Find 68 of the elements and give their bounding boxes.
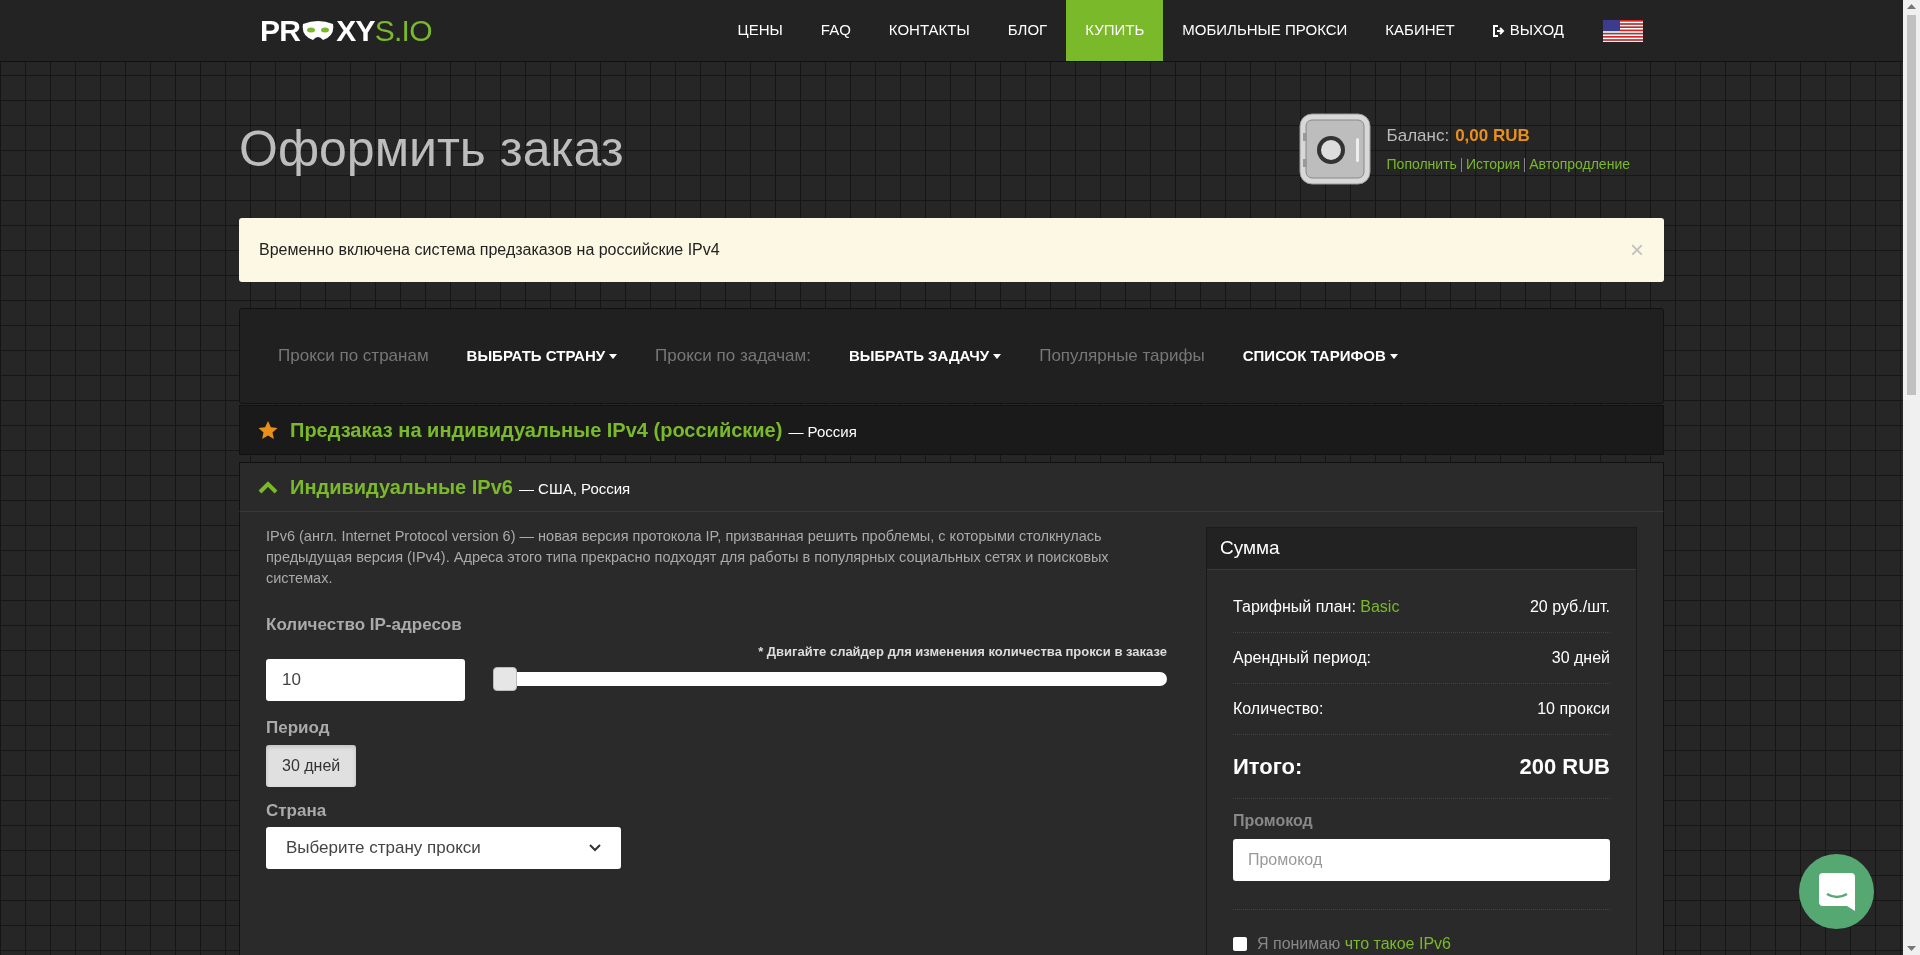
country-select[interactable]: Выберите страну прокси: [266, 827, 621, 869]
caret-icon: [1389, 353, 1398, 359]
caret-icon: [993, 353, 1002, 359]
chat-button[interactable]: [1799, 854, 1874, 929]
summary-label: Арендный период:: [1232, 648, 1372, 668]
promo-field[interactable]: Промокод: [1232, 839, 1610, 881]
filter-dropdown[interactable]: ВЫБРАТЬ СТРАНУ: [451, 334, 633, 378]
nav-link[interactable]: БЛОГ: [988, 0, 1067, 61]
description-text: IPv6 (англ. Internet Protocol version 6) — новая версия протокола IP, призванная решить проблемы, с которыми столкнулась предыдущая версия (IPv4). Адреса этого типа прекрасно подходят для работы в популярных социальных сетях и поисковых системах.: [266, 527, 1110, 588]
chevron-down-icon: [589, 844, 601, 852]
logo-text: XY: [336, 15, 375, 46]
filter-label: Прокси по задачам:: [654, 345, 812, 368]
promo-label: Промокод: [1232, 811, 1314, 831]
balance-link[interactable]: История: [1465, 154, 1521, 176]
filter-dropdown[interactable]: СПИСОК ТАРИФОВ: [1227, 334, 1413, 378]
accordion-header[interactable]: Предзаказ на индивидуальные IPv4 (российские) — Россия: [239, 405, 1664, 455]
accordion-header[interactable]: Индивидуальные IPv6 — США, Россия: [239, 462, 1664, 512]
filter-dropdown[interactable]: ВЫБРАТЬ ЗАДАЧУ: [833, 334, 1017, 378]
logo-text: PR: [260, 15, 301, 46]
safe-icon: [1298, 113, 1371, 185]
scroll-down-icon[interactable]: [1907, 946, 1916, 951]
period-option[interactable]: 30 дней: [266, 744, 357, 787]
balance-link[interactable]: Автопродление: [1529, 154, 1630, 176]
agree-checkbox[interactable]: [1232, 937, 1247, 951]
agree-text: Я понимаю что такое IPv6: [1256, 934, 1451, 954]
slider-hint: * Двигайте слайдер для изменения количества прокси в заказе: [758, 642, 1167, 661]
summary-value: 30 дней: [1551, 648, 1610, 668]
nav-link[interactable]: ЦЕНЫ: [718, 0, 802, 61]
logo-accent-text: S.IO: [374, 15, 432, 46]
chat-icon: [1818, 872, 1855, 911]
balance-link[interactable]: Пополнить: [1386, 154, 1457, 176]
country-label: Страна: [266, 799, 328, 822]
caret-icon: [609, 353, 618, 359]
mask-icon: [301, 19, 336, 42]
nav-link[interactable]: ВЫХОД: [1473, 0, 1583, 61]
quantity-label: Количество IP-адресов: [266, 614, 463, 636]
summary-label: Тарифный план: Basic: [1232, 597, 1400, 617]
page-title: Оформить заказ: [239, 124, 624, 174]
section-title: Индивидуальные IPv6: [290, 475, 513, 500]
scrollbar-thumb[interactable]: [1907, 15, 1916, 395]
us-flag-icon[interactable]: [1603, 19, 1643, 42]
star-icon: [258, 420, 278, 440]
section-subtitle: — Россия: [788, 422, 857, 442]
filter-label: Популярные тарифы: [1038, 345, 1206, 368]
quantity-field[interactable]: 10: [266, 659, 465, 701]
nav-link[interactable]: FAQ: [801, 0, 870, 61]
alert-text: Временно включена система предзаказов на российские IPv4: [259, 240, 720, 260]
summary-label: Количество:: [1232, 699, 1324, 719]
nav-link[interactable]: КАБИНЕТ: [1366, 0, 1474, 61]
summary-label: Итого:: [1232, 753, 1303, 781]
section-title: Предзаказ на индивидуальные IPv4 (российские): [290, 418, 783, 443]
balance-amount: 0,00 RUB: [1455, 124, 1530, 147]
ipv6-link[interactable]: что такое IPv6: [1344, 935, 1451, 952]
section-subtitle: — США, Россия: [518, 479, 631, 499]
scroll-up-icon[interactable]: [1907, 4, 1916, 9]
summary-title: Сумма: [1219, 536, 1280, 561]
chevron-up-icon: [258, 480, 278, 494]
nav-link[interactable]: КОНТАКТЫ: [869, 0, 989, 61]
balance-label: Баланс:: [1386, 124, 1450, 147]
logout-icon: [1492, 24, 1506, 37]
summary-value: 200 RUB: [1519, 753, 1610, 781]
filter-label: Прокси по странам: [277, 345, 430, 368]
period-label: Период: [266, 717, 331, 739]
quantity-slider[interactable]: [493, 667, 1167, 691]
nav-link[interactable]: МОБИЛЬНЫЕ ПРОКСИ: [1163, 0, 1367, 61]
slider-thumb[interactable]: [493, 667, 517, 691]
summary-value: 10 прокси: [1537, 699, 1610, 719]
summary-value: 20 руб./шт.: [1529, 597, 1610, 617]
